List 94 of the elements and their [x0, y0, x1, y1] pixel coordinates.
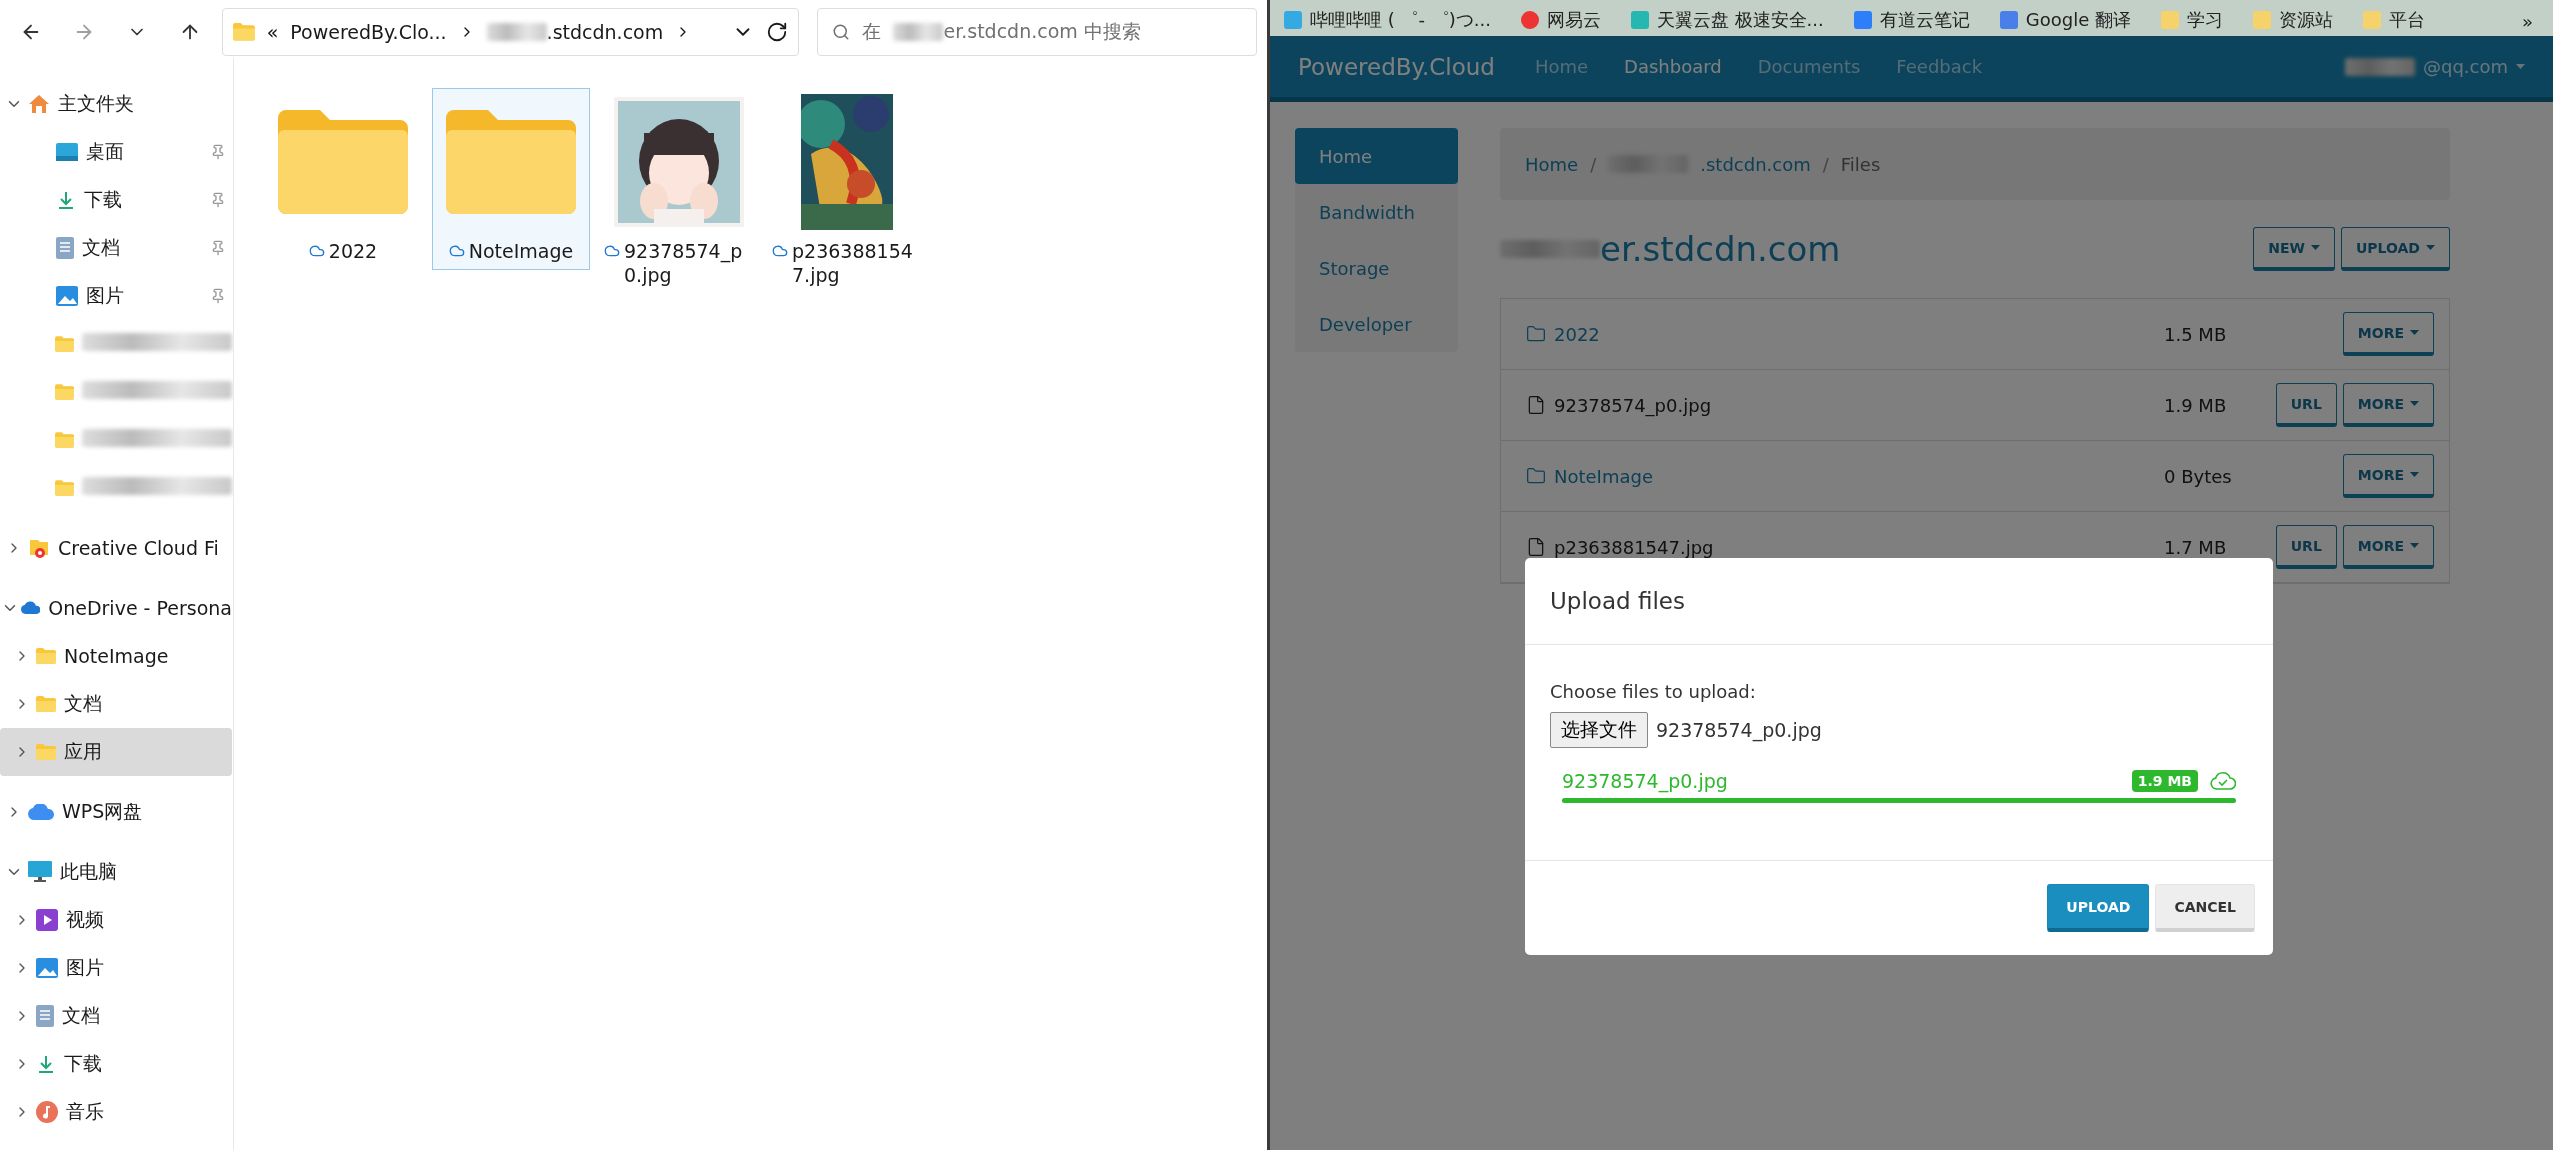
folder-icon [54, 336, 74, 352]
file-size: 1.7 MB [2164, 536, 2228, 558]
document-icon [56, 237, 74, 259]
caret-icon [2410, 472, 2419, 477]
blurred-text [893, 23, 944, 41]
file-name: NoteImage [468, 239, 574, 263]
bookmark[interactable]: 哔哩哔哩 ( ゜- ゜)つ... [1284, 8, 1491, 32]
overflow-chevrons[interactable]: « [266, 21, 279, 43]
file-size: 1.5 MB [2164, 323, 2228, 345]
sidebar-item[interactable]: NoteImage [0, 632, 232, 680]
sidebar-item[interactable]: 文档 [0, 224, 232, 272]
picture-icon [56, 286, 78, 306]
sidebar-item[interactable]: 下载 [0, 1040, 232, 1088]
file-item[interactable]: p2363881547.jpg [768, 88, 926, 294]
more-bookmarks[interactable]: » [2522, 11, 2533, 32]
cancel-button[interactable]: CANCEL [2155, 884, 2255, 932]
file-item[interactable]: 92378574_p0.jpg [600, 88, 758, 294]
download-icon [36, 1054, 56, 1074]
download-icon [56, 190, 76, 210]
house-icon [28, 94, 50, 114]
address-crumb[interactable]: .stdcdn.com [546, 21, 664, 43]
file-icon [1526, 537, 1546, 557]
folder-icon [446, 110, 576, 214]
sidebar-item[interactable]: 文档 [0, 992, 232, 1040]
folder-icon [1526, 324, 1546, 344]
search-placeholder: 在 [862, 19, 882, 44]
chosen-file-name: 92378574_p0.jpg [1656, 719, 1822, 741]
sidebar-item[interactable]: OneDrive - Persona [0, 584, 232, 632]
caret-icon [2516, 64, 2525, 69]
breadcrumb-separator: / [1822, 153, 1829, 175]
file-icon [1526, 395, 1546, 415]
document-icon [36, 1005, 54, 1027]
folder-icon [54, 432, 74, 448]
upload-button[interactable]: UPLOAD [2047, 884, 2150, 932]
sidebar-item[interactable]: 此电脑 [0, 848, 232, 896]
address-bar[interactable]: « PoweredBy.Clo... .stdcdn.com [221, 8, 800, 56]
bookmark[interactable]: 网易云 [1520, 8, 1601, 32]
sidebar-item[interactable]: WPS网盘 [0, 788, 232, 836]
video-icon [36, 909, 58, 931]
file-item[interactable]: 2022 [264, 88, 422, 270]
page-title: er.stdcdn.com [1600, 229, 1841, 269]
sidebar-item[interactable]: 下载 [0, 176, 232, 224]
bookmark[interactable]: 天翼云盘 极速安全... [1630, 8, 1824, 32]
folder-icon [54, 384, 74, 400]
field-label: Choose files to upload: [1550, 681, 1757, 702]
folder-icon [1526, 466, 1546, 486]
search-placeholder: er.stdcdn.com 中搜索 [943, 19, 1141, 44]
folder-icon [278, 110, 408, 214]
file-size: 1.9 MB [2164, 394, 2228, 416]
caret-icon [2410, 401, 2419, 406]
address-crumb[interactable]: PoweredBy.Clo... [290, 21, 447, 43]
sidebar-item[interactable]: 应用 [0, 728, 232, 776]
folder-icon [36, 696, 56, 712]
bookmark[interactable]: 资源站 [2252, 8, 2333, 32]
creative-cloud-icon [28, 537, 50, 559]
caret-icon [2310, 245, 2320, 250]
sidebar-item[interactable]: 音乐 [0, 1088, 232, 1136]
file-size: 0 Bytes [2164, 465, 2233, 487]
sidebar-item[interactable]: 图片 [0, 944, 232, 992]
sidebar-item[interactable]: 视频 [0, 896, 232, 944]
file-name: 2022 [328, 239, 378, 263]
caret-icon [2410, 330, 2419, 335]
bookmark[interactable]: Google 翻译 [1999, 8, 2131, 32]
bookmark[interactable]: 有道云笔记 [1853, 8, 1970, 32]
file-link[interactable]: 92378574_p0.jpg [1526, 394, 2164, 416]
cloud-check-icon [2210, 772, 2236, 790]
file-name: 92378574_p0.jpg [624, 239, 744, 287]
file-link[interactable]: p2363881547.jpg [1526, 536, 2164, 558]
bookmark[interactable]: 学习 [2160, 8, 2223, 32]
choose-file-button[interactable]: 选择文件 [1550, 712, 1648, 748]
sidebar-item[interactable]: 图片 [0, 272, 232, 320]
size-badge: 1.9 MB [2131, 770, 2198, 792]
monitor-icon [28, 861, 52, 883]
bookmark[interactable]: 平台 [2362, 8, 2425, 32]
dialog-title: Upload files [1550, 588, 1685, 614]
file-item[interactable]: NoteImage [432, 88, 590, 270]
folder-icon [36, 648, 56, 664]
search-icon [832, 23, 851, 41]
sidebar-item[interactable]: 主文件夹 [0, 80, 232, 128]
breadcrumb-separator: / [1590, 153, 1597, 175]
refresh-icon[interactable] [766, 21, 789, 43]
search-field[interactable]: 在 er.stdcdn.com 中搜索 [817, 8, 1257, 56]
desktop-icon [56, 143, 78, 161]
sidebar-item[interactable]: 文档 [0, 680, 232, 728]
folder-icon [232, 23, 255, 41]
folder-icon [54, 480, 74, 496]
sidebar-item[interactable]: 桌面 [0, 128, 232, 176]
caret-icon [2410, 543, 2419, 548]
caret-icon [2426, 245, 2435, 250]
folder-icon [36, 744, 56, 760]
sidebar-item[interactable]: Creative Cloud Fi [0, 524, 232, 572]
picture-icon [36, 958, 58, 978]
file-name: p2363881547.jpg [792, 239, 914, 287]
upload-file-name: 92378574_p0.jpg [1562, 770, 1729, 792]
